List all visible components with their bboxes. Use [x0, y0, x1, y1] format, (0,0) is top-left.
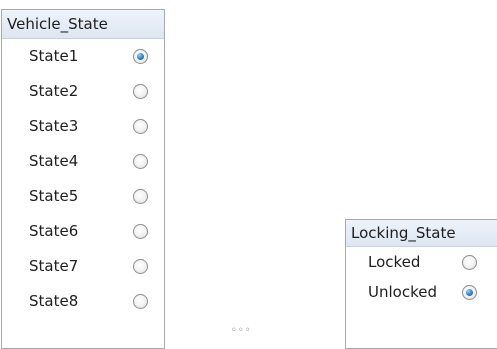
vehicle-state-panel: Vehicle_State State1 State2 State3 State… [1, 9, 165, 349]
vehicle-state-row-2[interactable]: State2 [2, 74, 164, 109]
state-label: Locked [368, 253, 421, 271]
state-label: State8 [29, 292, 79, 310]
state-label: State7 [29, 257, 79, 275]
vehicle-state-row-7[interactable]: State7 [2, 249, 164, 284]
radio-selected-dot-icon [137, 53, 144, 60]
locking-state-row-locked[interactable]: Locked [346, 247, 497, 277]
vehicle-state-row-3[interactable]: State3 [2, 109, 164, 144]
vehicle-state-row-8[interactable]: State8 [2, 284, 164, 319]
radio-selected-dot-icon [466, 289, 473, 296]
vehicle-state-row-4[interactable]: State4 [2, 144, 164, 179]
locked-radio[interactable] [462, 255, 477, 270]
state1-radio[interactable] [133, 49, 148, 64]
locking-state-panel: Locking_State Locked Unlocked [345, 219, 497, 349]
state-label: State5 [29, 187, 79, 205]
state6-radio[interactable] [133, 224, 148, 239]
state-label: Unlocked [368, 283, 437, 301]
state2-radio[interactable] [133, 84, 148, 99]
state8-radio[interactable] [133, 294, 148, 309]
state-label: State4 [29, 152, 79, 170]
locking-state-row-unlocked[interactable]: Unlocked [346, 277, 497, 307]
vehicle-state-row-6[interactable]: State6 [2, 214, 164, 249]
state7-radio[interactable] [133, 259, 148, 274]
unlocked-radio[interactable] [462, 285, 477, 300]
locking-state-title: Locking_State [346, 220, 497, 247]
state-label: State1 [29, 47, 79, 65]
state-label: State6 [29, 222, 79, 240]
vehicle-state-row-1[interactable]: State1 [2, 39, 164, 74]
state5-radio[interactable] [133, 189, 148, 204]
vehicle-state-title: Vehicle_State [2, 10, 164, 39]
state-label: State3 [29, 117, 79, 135]
state4-radio[interactable] [133, 154, 148, 169]
state3-radio[interactable] [133, 119, 148, 134]
vehicle-state-row-5[interactable]: State5 [2, 179, 164, 214]
state-label: State2 [29, 82, 79, 100]
